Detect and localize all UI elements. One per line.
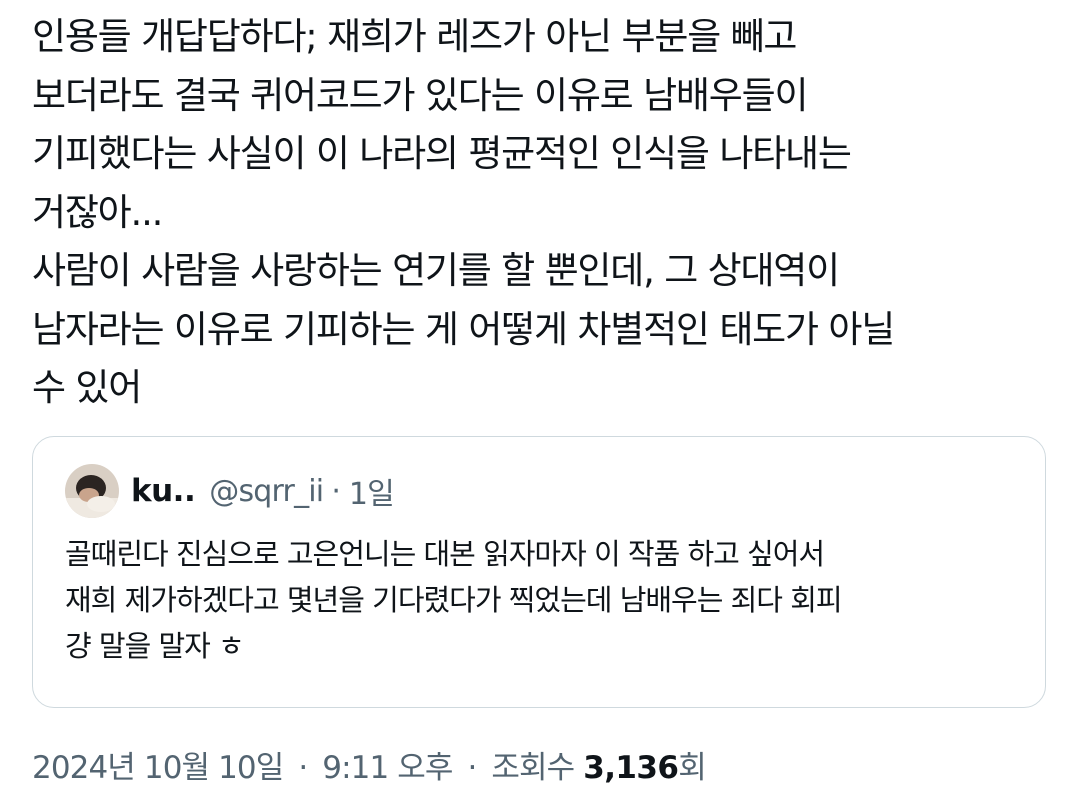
views-count: 3,136 — [583, 750, 679, 786]
tweet-text-line: 인용들 개답답하다; 재희가 레즈가 아닌 부분을 빼고 — [32, 15, 797, 58]
quoted-text-line: 재희 제가하겠다고 몇년을 기다렸다가 찍었는데 남배우는 죄다 회피 — [65, 583, 843, 617]
tweet-date[interactable]: 2024년 10월 10일 — [32, 750, 284, 786]
tweet-text-line: 거잖아... — [32, 190, 163, 234]
tweet-text-line: 수 있어 — [32, 366, 142, 409]
views-unit: 회 — [678, 750, 707, 786]
quoted-text-line: 걍 말을 말자 ㅎ — [65, 629, 245, 663]
separator-dot: · — [467, 750, 477, 786]
quoted-author-handle[interactable]: @sqrr_ii — [209, 474, 324, 509]
quoted-author-name[interactable]: ku.. — [131, 473, 196, 509]
separator-dot: · — [298, 750, 308, 786]
tweet-text-line: 기피했다는 사실이 이 나라의 평균적인 인식을 나타내는 — [32, 132, 852, 175]
tweet-text: 인용들 개답답하다; 재희가 레즈가 아닌 부분을 빼고 보더라도 결국 퀴어코… — [32, 8, 1042, 418]
tweet-text-line: 사람이 사람을 사랑하는 연기를 할 뿐인데, 그 상대역이 — [32, 249, 840, 292]
quoted-tweet-card[interactable]: ku.. @sqrr_ii · 1일 골때린다 진심으로 고은언니는 대본 읽자… — [32, 436, 1046, 708]
tweet-text-line: 보더라도 결국 퀴어코드가 있다는 이유로 남배우들이 — [32, 73, 808, 117]
tweet-metadata: 2024년 10월 10일 · 9:11 오후 · 조회수 3,136회 — [32, 740, 707, 796]
tweet-time[interactable]: 9:11 오후 — [322, 750, 453, 786]
quoted-tweet-header: ku.. @sqrr_ii · 1일 — [65, 463, 395, 519]
quoted-tweet-text: 골때린다 진심으로 고은언니는 대본 읽자마자 이 작품 하고 싶어서 재희 제… — [65, 531, 1025, 669]
quoted-tweet-time[interactable]: 1일 — [349, 469, 395, 513]
tweet-text-line: 남자라는 이유로 기피하는 게 어떻게 차별적인 태도가 아닐 — [32, 307, 895, 351]
quoted-text-line: 골때린다 진심으로 고은언니는 대본 읽자마자 이 작품 하고 싶어서 — [65, 537, 825, 571]
avatar[interactable] — [65, 464, 119, 518]
views-label: 조회수 — [491, 750, 575, 786]
separator-dot: · — [331, 473, 341, 509]
